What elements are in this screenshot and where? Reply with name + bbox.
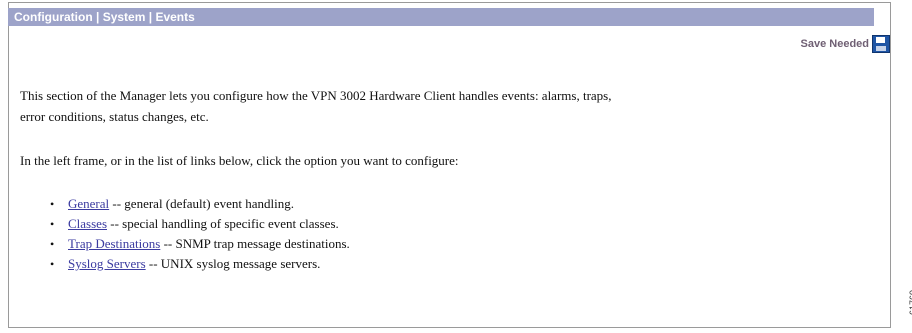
trap-destinations-description: -- SNMP trap message destinations. [160,236,350,251]
figure-id: 61769 [908,290,912,316]
instruction-text: In the left frame, or in the list of lin… [20,153,459,168]
save-needed-label: Save Needed [800,38,869,50]
intro-text-line-2: error conditions, status changes, etc. [20,109,209,124]
event-options-list: • General -- general (default) event han… [20,194,350,274]
syslog-servers-description: -- UNIX syslog message servers. [145,256,321,271]
breadcrumb-events[interactable]: Events [155,10,194,24]
list-item: • Classes -- special handling of specifi… [20,214,350,234]
list-item: • Syslog Servers -- UNIX syslog message … [20,254,350,274]
bullet-icon: • [50,217,55,231]
trap-destinations-link[interactable]: Trap Destinations [68,236,160,251]
breadcrumb-system[interactable]: System [103,10,146,24]
bullet-icon: • [50,197,55,211]
list-item: • General -- general (default) event han… [20,194,350,214]
general-link[interactable]: General [68,196,109,211]
classes-link[interactable]: Classes [68,216,107,231]
save-needed-button[interactable]: Save Needed [801,33,890,55]
breadcrumb-separator: | [96,10,103,24]
breadcrumb-configuration[interactable]: Configuration [14,10,93,24]
bullet-icon: • [50,257,55,271]
bullet-icon: • [50,237,55,251]
floppy-disk-icon [872,35,890,53]
intro-text-line-1: This section of the Manager lets you con… [20,88,612,103]
general-description: -- general (default) event handling. [109,196,294,211]
syslog-servers-link[interactable]: Syslog Servers [68,256,146,271]
classes-description: -- special handling of specific event cl… [107,216,339,231]
list-item: • Trap Destinations -- SNMP trap message… [20,234,350,254]
breadcrumb: Configuration | System | Events [8,8,874,26]
